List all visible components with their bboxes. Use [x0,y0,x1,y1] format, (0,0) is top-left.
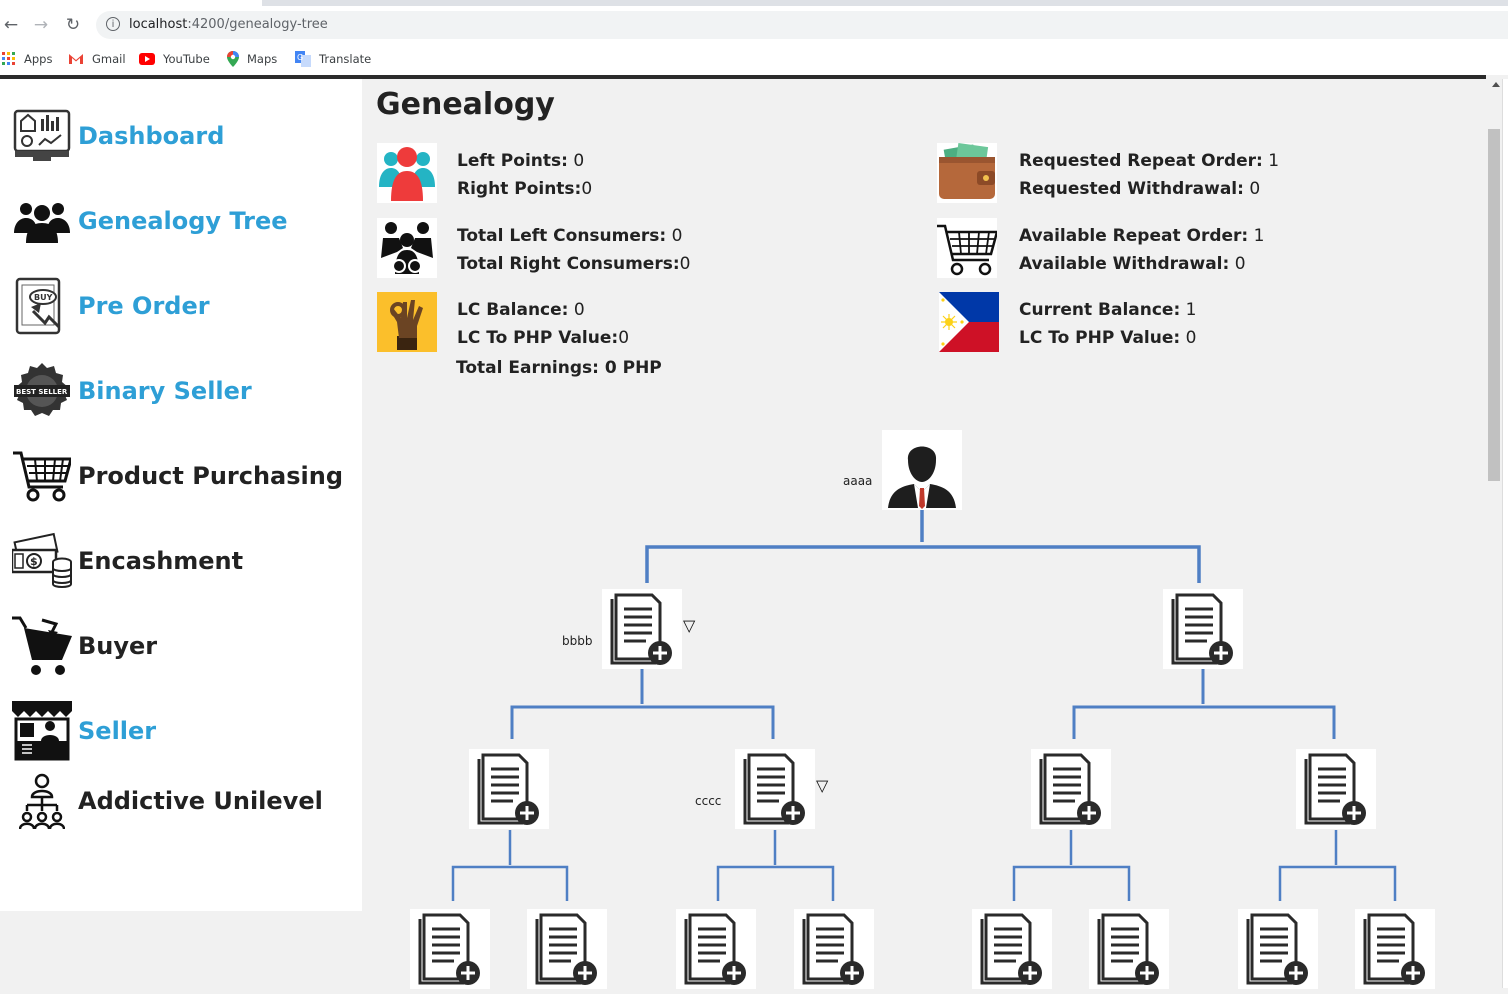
person-avatar-icon [888,446,956,509]
add-document-icon [1039,753,1101,825]
tree-node-label: cccc [695,794,722,808]
best-seller-badge-icon: BEST SELLER [12,361,72,421]
buy-tablet-icon: BUY [12,276,72,336]
buyer-cart-icon [12,616,72,676]
bookmarks-bar: Apps Gmail YouTube Maps G Translate [0,44,1508,75]
hierarchy-icon [12,771,72,831]
bookmark-gmail-label: Gmail [92,52,126,66]
maps-pin-icon [227,51,239,67]
sidebar-item-label: Genealogy Tree [78,207,288,235]
url-field[interactable]: i localhost:4200/genealogy-tree [96,11,1508,39]
dashboard-icon [12,106,72,166]
tree-node-level1-right[interactable] [1163,589,1243,669]
gmail-icon [69,54,83,64]
sidebar-item-product-purchasing[interactable]: Product Purchasing [12,446,343,506]
cash-coins-icon: $ [12,531,72,591]
svg-text:$: $ [30,555,38,568]
bookmark-apps[interactable]: Apps [2,50,52,68]
tree-node-level3[interactable] [1355,909,1435,989]
tree-node-level2[interactable] [1031,749,1111,829]
sidebar-item-dashboard[interactable]: Dashboard [12,106,224,166]
tree-node-level3[interactable] [527,909,607,989]
add-document-icon [1363,913,1425,985]
add-document-icon [1097,913,1159,985]
seller-stall-icon [12,701,72,761]
translate-icon: G [295,51,311,67]
add-document-icon [418,913,480,985]
add-document-icon [1304,753,1366,825]
url-path: :4200/genealogy-tree [187,17,328,32]
tree-node-level3[interactable] [1238,909,1318,989]
add-document-icon [535,913,597,985]
tree-node-root[interactable] [882,430,962,510]
address-bar-row: ← → ↻ i localhost:4200/genealogy-tree [0,6,1508,44]
tree-node-level1-left[interactable] [602,589,682,669]
bookmark-apps-label: Apps [24,52,53,66]
svg-text:BEST SELLER: BEST SELLER [16,388,68,396]
tree-connectors [451,509,1397,901]
tree-node-level2[interactable] [735,749,815,829]
sidebar-item-encashment[interactable]: $ Encashment [12,531,243,591]
add-document-icon [684,913,746,985]
url-text[interactable]: localhost:4200/genealogy-tree [129,17,328,32]
sidebar-item-label: Product Purchasing [78,462,344,490]
apps-grid-icon [2,52,15,65]
sidebar-item-label: Encashment [78,547,244,575]
add-document-icon [1246,913,1308,985]
bookmark-youtube-label: YouTube [163,52,210,66]
sidebar-item-label: Binary Seller [78,377,252,405]
add-document-icon [743,753,805,825]
sidebar-item-buyer[interactable]: Buyer [12,616,157,676]
sidebar-item-binary-seller[interactable]: BEST SELLER Binary Seller [12,361,252,421]
bookmark-translate[interactable]: G Translate [295,50,371,68]
url-host: localhost [129,17,188,32]
sidebar-item-label: Buyer [78,632,158,660]
reload-icon[interactable]: ↻ [62,14,84,36]
sidebar-item-label: Dashboard [78,122,225,150]
tree-node-level3[interactable] [972,909,1052,989]
shopping-cart-icon [12,446,72,506]
add-document-icon [610,593,672,665]
tree-node-label: bbbb [562,634,593,648]
sidebar-item-addictive-unilevel[interactable]: Addictive Unilevel [12,771,323,831]
tree-node-level3[interactable] [794,909,874,989]
sidebar-item-genealogy-tree[interactable]: Genealogy Tree [12,191,288,251]
tree-root-label: aaaa [843,474,873,488]
scrollbar-gutter [1502,79,1508,988]
bookmark-translate-label: Translate [319,52,372,66]
sidebar: Dashboard Genealogy Tree BUY Pre Order B… [0,79,362,911]
sidebar-item-seller[interactable]: Seller [12,701,156,761]
site-info-icon[interactable]: i [106,17,120,31]
expand-toggle-icon[interactable]: ▽ [816,776,828,795]
expand-toggle-icon[interactable]: ▽ [683,616,695,635]
youtube-icon [139,53,155,65]
tree-node-level2[interactable] [1296,749,1376,829]
bookmark-gmail[interactable]: Gmail [68,50,126,68]
scroll-up-arrow-icon[interactable] [1492,82,1500,87]
add-document-icon [1171,593,1233,665]
svg-text:BUY: BUY [34,293,53,302]
add-document-icon [980,913,1042,985]
sidebar-item-pre-order[interactable]: BUY Pre Order [12,276,210,336]
sidebar-item-label: Seller [78,717,157,745]
bookmark-maps-label: Maps [247,52,278,66]
bookmark-youtube[interactable]: YouTube [139,50,210,68]
add-document-icon [477,753,539,825]
people-group-icon [12,191,72,251]
bookmark-maps[interactable]: Maps [227,50,277,68]
tree-node-level3[interactable] [410,909,490,989]
add-document-icon [802,913,864,985]
main-content: Genealogy Left Points: 0 Right Points:0 … [362,79,1486,989]
sidebar-item-label: Addictive Unilevel [78,787,323,815]
back-arrow-icon[interactable]: ← [0,14,22,36]
svg-text:G: G [297,53,303,62]
tree-node-level3[interactable] [1089,909,1169,989]
sidebar-item-label: Pre Order [78,292,210,320]
page-scrollbar[interactable] [1486,79,1508,988]
tree-node-level2[interactable] [469,749,549,829]
scrollbar-thumb[interactable] [1488,129,1500,481]
tree-node-level3[interactable] [676,909,756,989]
forward-arrow-icon[interactable]: → [30,14,52,36]
